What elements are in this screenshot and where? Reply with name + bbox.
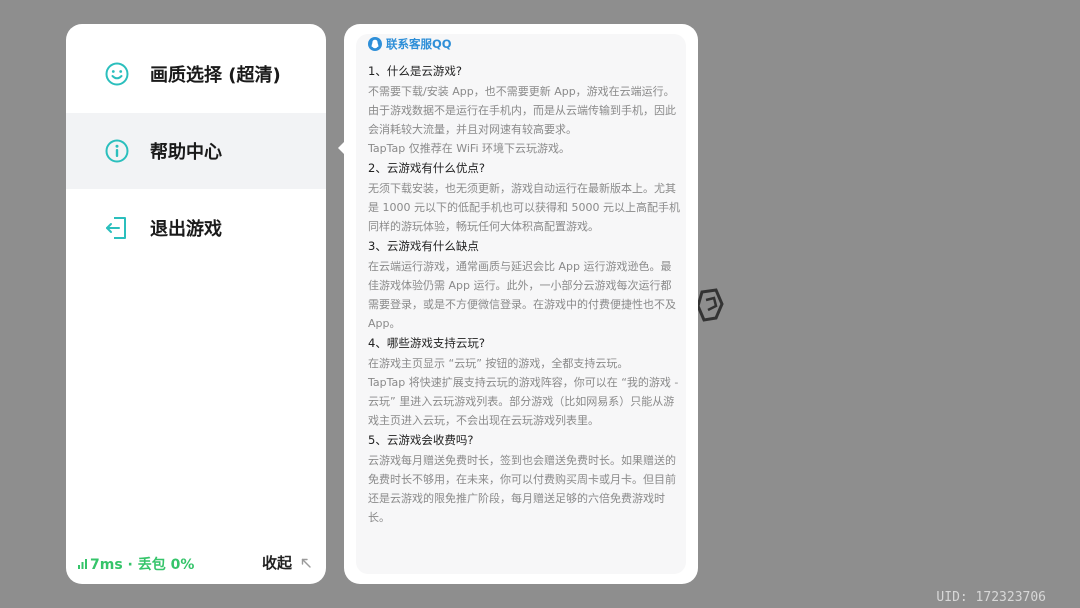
faq-question: 5、云游戏会收费吗? bbox=[368, 433, 474, 447]
network-status-text: 7ms · 丢包 0% bbox=[90, 557, 195, 573]
menu-item-help-center[interactable]: 帮助中心 bbox=[66, 113, 326, 189]
signal-icon bbox=[78, 559, 87, 569]
menu-item-quality-label: 画质选择 (超清) bbox=[150, 65, 281, 86]
exit-icon bbox=[106, 217, 126, 239]
menu-item-help-center-label: 帮助中心 bbox=[150, 142, 222, 163]
network-status: 7ms · 丢包 0% bbox=[78, 554, 194, 574]
smile-icon bbox=[105, 62, 129, 86]
collapse-label: 收起 bbox=[261, 554, 292, 572]
help-content-card[interactable]: 联系客服QQ 1、什么是云游戏? 不需要下载/安装 App，也不需要更新 App… bbox=[356, 34, 686, 574]
faq-question: 1、什么是云游戏? bbox=[368, 64, 462, 78]
faq-answer: 在游戏主页显示 “云玩” 按钮的游戏，全都支持云玩。 TapTap 将快速扩展支… bbox=[368, 357, 679, 427]
faq-question: 2、云游戏有什么优点? bbox=[368, 161, 485, 175]
faq-answer: 不需要下载/安装 App，也不需要更新 App，游戏在云端运行。由于游戏数据不是… bbox=[368, 85, 676, 155]
menu-footer: 7ms · 丢包 0% 收起 bbox=[66, 540, 326, 584]
contact-qq-label: 联系客服QQ bbox=[386, 37, 452, 51]
info-icon bbox=[105, 139, 129, 163]
faq-question: 3、云游戏有什么缺点 bbox=[368, 239, 479, 253]
collapse-button[interactable]: 收起 bbox=[262, 552, 312, 573]
side-menu-panel: 画质选择 (超清) 帮助中心 退出游戏 7ms · 丢包 0% 收起 bbox=[66, 24, 326, 584]
faq-list: 1、什么是云游戏? 不需要下载/安装 App，也不需要更新 App，游戏在云端运… bbox=[368, 62, 680, 528]
menu-item-exit-game-label: 退出游戏 bbox=[150, 219, 222, 240]
faq-answer: 无须下载安装，也无须更新，游戏自动运行在最新版本上。尤其是 1000 元以下的低… bbox=[368, 182, 680, 233]
faq-answer: 云游戏每月赠送免费时长，签到也会赠送免费时长。如果赠送的免费时长不够用，在未来，… bbox=[368, 454, 676, 524]
qq-penguin-icon bbox=[368, 37, 382, 51]
faq-answer: 在云端运行游戏，通常画质与延迟会比 App 运行游戏逊色。最佳游戏体验仍需 Ap… bbox=[368, 260, 676, 330]
menu-item-exit-game[interactable]: 退出游戏 bbox=[66, 190, 326, 266]
menu-item-quality[interactable]: 画质选择 (超清) bbox=[66, 36, 326, 112]
watermark-logo-icon bbox=[696, 288, 724, 322]
arrow-up-left-icon bbox=[301, 558, 311, 568]
contact-qq-link[interactable]: 联系客服QQ bbox=[368, 36, 452, 52]
help-center-panel: 联系客服QQ 1、什么是云游戏? 不需要下载/安装 App，也不需要更新 App… bbox=[344, 24, 698, 584]
faq-question: 4、哪些游戏支持云玩? bbox=[368, 336, 485, 350]
user-id-label: UID: 172323706 bbox=[936, 590, 1046, 605]
